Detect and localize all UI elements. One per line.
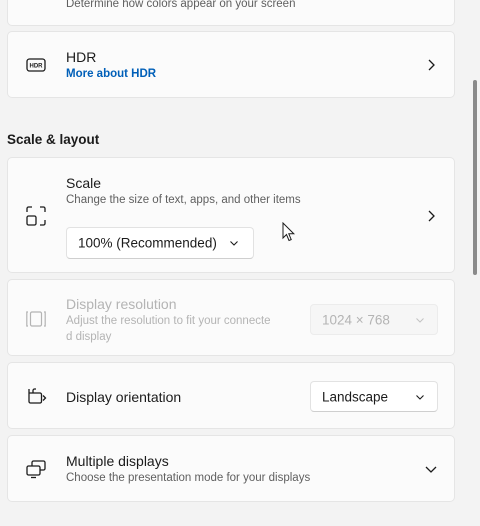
display-resolution-title: Display resolution	[66, 296, 177, 312]
section-heading: Scale & layout	[7, 132, 100, 147]
color-profile-desc: Determine how colors appear on your scre…	[66, 0, 296, 10]
scale-title: Scale	[66, 175, 102, 191]
multiple-displays-title: Multiple displays	[66, 453, 169, 469]
resolution-icon	[25, 308, 47, 330]
chevron-down-icon	[229, 238, 239, 248]
hdr-icon: HDR	[25, 54, 47, 76]
multiple-displays-icon	[25, 458, 47, 480]
color-profile-card[interactable]: Determine how colors appear on your scre…	[7, 0, 455, 26]
display-orientation-title: Display orientation	[66, 389, 182, 405]
display-resolution-desc-line1: Adjust the resolution to fit your connec…	[66, 315, 271, 327]
svg-text:HDR: HDR	[30, 64, 44, 70]
scale-dropdown[interactable]: 100% (Recommended)	[66, 227, 254, 259]
scale-dropdown-value: 100% (Recommended)	[78, 235, 217, 251]
display-orientation-card[interactable]: Display orientation Landscape	[7, 362, 455, 429]
scale-desc: Change the size of text, apps, and other…	[66, 194, 301, 206]
chevron-right-icon	[424, 58, 438, 72]
display-resolution-card: Display resolution Adjust the resolution…	[7, 279, 455, 356]
chevron-down-icon	[415, 392, 425, 402]
more-about-hdr-link[interactable]: More about HDR	[66, 68, 156, 80]
orientation-icon	[25, 385, 47, 407]
chevron-right-icon	[424, 209, 438, 223]
multiple-displays-card[interactable]: Multiple displays Choose the presentatio…	[7, 435, 455, 502]
scale-card[interactable]: Scale Change the size of text, apps, and…	[7, 157, 455, 273]
mouse-cursor-icon	[282, 221, 296, 242]
orientation-dropdown[interactable]: Landscape	[310, 381, 438, 412]
hdr-title: HDR	[66, 49, 97, 65]
scale-icon	[25, 205, 47, 227]
resolution-dropdown: 1024 × 768	[310, 304, 438, 335]
chevron-down-icon	[415, 315, 425, 325]
resolution-dropdown-value: 1024 × 768	[322, 312, 390, 327]
scrollbar-thumb[interactable]	[473, 80, 477, 275]
orientation-dropdown-value: Landscape	[322, 389, 389, 404]
multiple-displays-desc: Choose the presentation mode for your di…	[66, 472, 311, 484]
hdr-card[interactable]: HDR HDR More about HDR	[7, 31, 455, 98]
display-resolution-desc-line2: d display	[66, 331, 112, 343]
chevron-down-icon	[424, 462, 438, 476]
